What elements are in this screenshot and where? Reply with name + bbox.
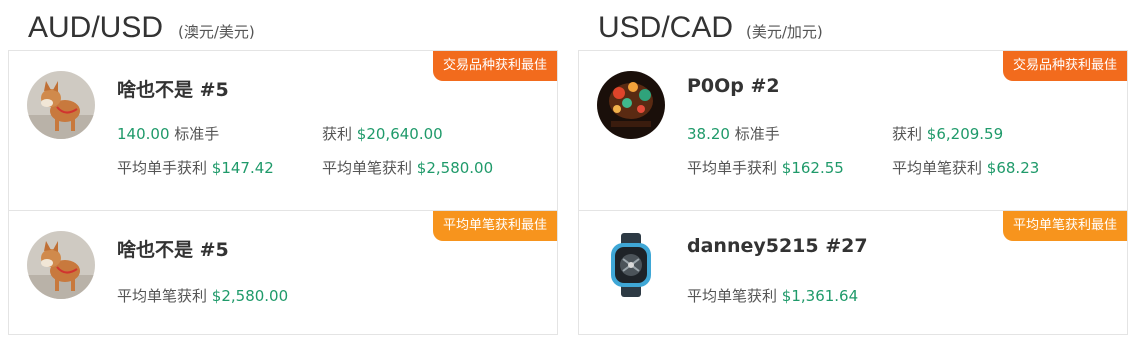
pair-section-usd-cad: USD/CAD (美元/加元) 交易品种获利最佳 P0Op #2 38.20 标…: [578, 0, 1128, 335]
leader-card-best-avg-trade[interactable]: 平均单笔获利最佳 danney5215 #27 平均单笔获利 $1,361.64: [579, 211, 1127, 334]
pair-title: USD/CAD: [598, 11, 734, 44]
pair-subtitle: (澳元/美元): [178, 23, 255, 41]
lots-label: 标准手: [734, 125, 780, 143]
profit-value: $6,209.59: [926, 125, 1004, 143]
avg-trade-profit-stat: 平均单笔获利 $1,361.64: [687, 285, 858, 306]
leader-card-best-avg-trade[interactable]: 平均单笔获利最佳 啥也不是 #5 平均单笔获利 $2,580.00: [9, 211, 557, 334]
trader-name[interactable]: P0Op #2: [687, 75, 780, 97]
profit-stat: 获利 $20,640.00: [322, 123, 443, 144]
status-badge: 平均单笔获利最佳: [432, 211, 557, 241]
leader-card-best-profit[interactable]: 交易品种获利最佳 啥也不是 #5 140.00 标准手 获利 $20,640.0…: [9, 51, 557, 211]
lanterns-avatar-icon[interactable]: [597, 71, 665, 139]
lots-label: 标准手: [174, 125, 220, 143]
avg-trade-profit-stat: 平均单笔获利 $68.23: [892, 157, 1039, 178]
avg-lot-profit-value: $162.55: [781, 159, 844, 177]
trader-name[interactable]: 啥也不是 #5: [117, 75, 229, 102]
lots-stat: 140.00 标准手: [117, 123, 219, 144]
watch-avatar-icon[interactable]: [597, 231, 665, 299]
avg-lot-profit-stat: 平均单手获利 $147.42: [117, 157, 274, 178]
avg-trade-profit-label: 平均单笔获利: [892, 159, 983, 177]
leader-panel: 交易品种获利最佳 啥也不是 #5 140.00 标准手 获利 $20,640.0…: [8, 50, 558, 335]
lots-value: 38.20: [687, 125, 730, 143]
dog-avatar-icon[interactable]: [27, 231, 95, 299]
leader-panel: 交易品种获利最佳 P0Op #2 38.20 标准手 获利 $6,209.59 …: [578, 50, 1128, 335]
avg-trade-profit-stat: 平均单笔获利 $2,580.00: [322, 157, 493, 178]
pair-title: AUD/USD: [28, 11, 164, 44]
avg-trade-profit-value: $2,580.00: [211, 287, 289, 305]
avg-lot-profit-value: $147.42: [211, 159, 274, 177]
profit-stat: 获利 $6,209.59: [892, 123, 1003, 144]
pair-header: AUD/USD (澳元/美元): [8, 0, 558, 50]
leader-card-best-profit[interactable]: 交易品种获利最佳 P0Op #2 38.20 标准手 获利 $6,209.59 …: [579, 51, 1127, 211]
avg-trade-profit-value: $68.23: [986, 159, 1040, 177]
avg-trade-profit-value: $2,580.00: [416, 159, 494, 177]
lots-stat: 38.20 标准手: [687, 123, 780, 144]
profit-label: 获利: [892, 125, 923, 143]
profit-label: 获利: [322, 125, 353, 143]
avg-trade-profit-label: 平均单笔获利: [687, 287, 778, 305]
avg-trade-profit-label: 平均单笔获利: [322, 159, 413, 177]
pair-header: USD/CAD (美元/加元): [578, 0, 1128, 50]
avg-trade-profit-value: $1,361.64: [781, 287, 859, 305]
status-badge: 交易品种获利最佳: [432, 51, 557, 81]
trader-name[interactable]: 啥也不是 #5: [117, 235, 229, 262]
trader-name[interactable]: danney5215 #27: [687, 235, 868, 257]
pair-section-aud-usd: AUD/USD (澳元/美元) 交易品种获利最佳 啥也不是 #5 140.00 …: [8, 0, 558, 335]
avg-lot-profit-stat: 平均单手获利 $162.55: [687, 157, 844, 178]
pair-subtitle: (美元/加元): [746, 23, 823, 41]
avg-lot-profit-label: 平均单手获利: [687, 159, 778, 177]
avg-lot-profit-label: 平均单手获利: [117, 159, 208, 177]
dog-avatar-icon[interactable]: [27, 71, 95, 139]
avg-trade-profit-stat: 平均单笔获利 $2,580.00: [117, 285, 288, 306]
avg-trade-profit-label: 平均单笔获利: [117, 287, 208, 305]
profit-value: $20,640.00: [356, 125, 443, 143]
status-badge: 平均单笔获利最佳: [1002, 211, 1127, 241]
lots-value: 140.00: [117, 125, 170, 143]
status-badge: 交易品种获利最佳: [1002, 51, 1127, 81]
